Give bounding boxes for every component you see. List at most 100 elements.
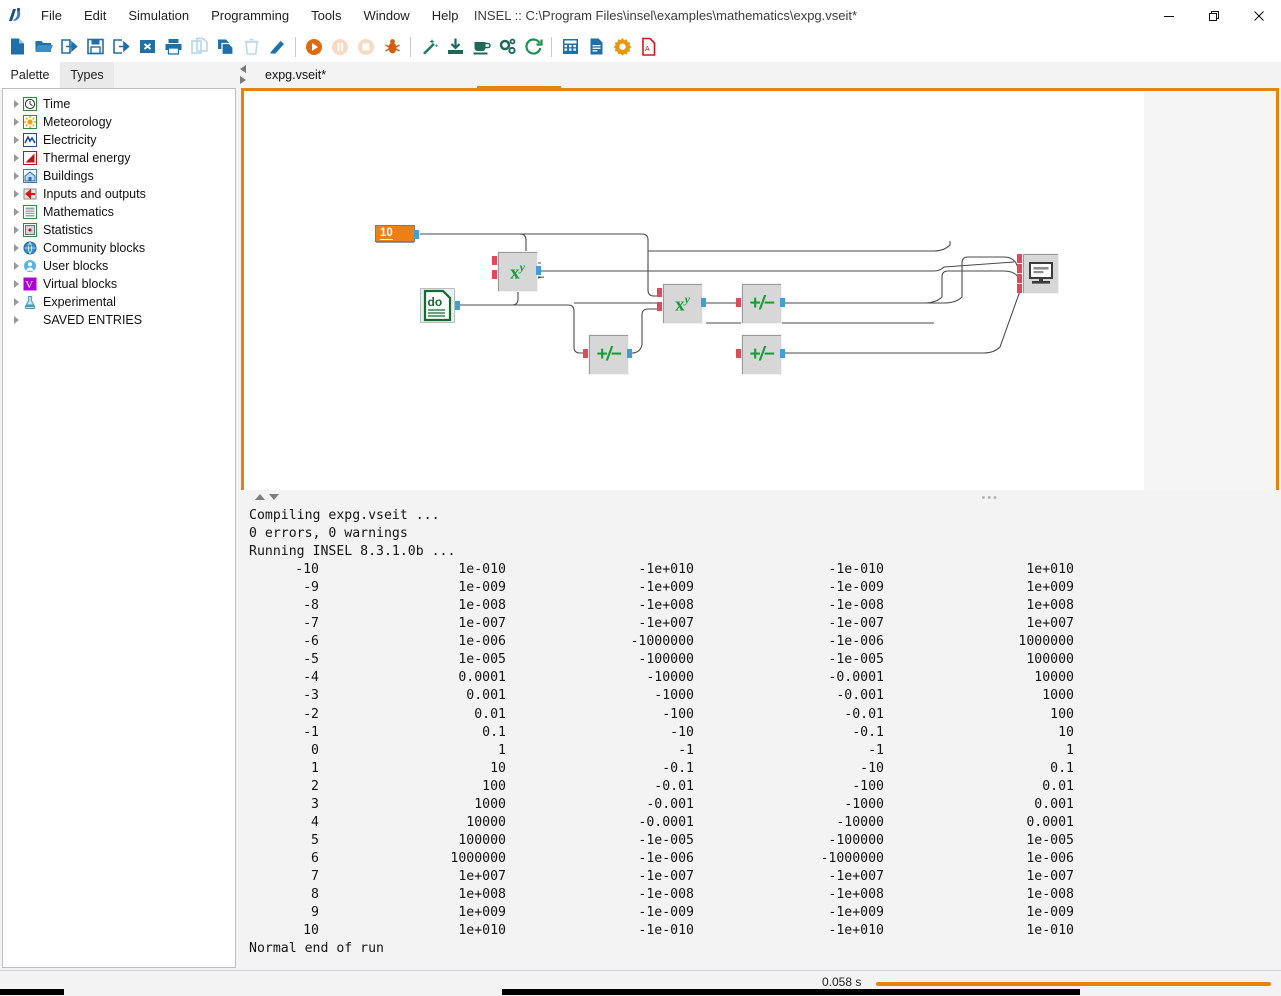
menu-item-programming[interactable]: Programming [200,0,300,31]
tab-palette[interactable]: Palette [0,62,60,88]
tree-item-community-blocks[interactable]: Community blocks [3,239,235,257]
output-pin[interactable] [455,301,460,310]
input-pin[interactable] [583,349,588,358]
input-pin-1[interactable] [492,256,497,265]
pdf-icon[interactable]: A [635,33,661,60]
menu-item-edit[interactable]: Edit [73,0,117,31]
eraser-icon[interactable] [264,33,290,60]
tree-item-buildings[interactable]: Buildings [3,167,235,185]
tree-item-virtual-blocks[interactable]: V Virtual blocks [3,275,235,293]
input-pin-2[interactable] [657,302,662,311]
input-pin-2[interactable] [492,270,497,279]
tree-item-time[interactable]: Time [3,95,235,113]
chevron-right-icon[interactable] [9,100,23,108]
save-icon[interactable] [82,33,108,60]
block-power-1[interactable]: xy x^y [492,251,541,292]
menu-bar[interactable]: File Edit Simulation Programming Tools W… [30,0,469,31]
chevron-right-icon[interactable] [9,136,23,144]
chevron-right-icon[interactable] [9,298,23,306]
chevron-right-icon[interactable] [9,226,23,234]
settings-sun-icon[interactable] [609,33,635,60]
run-icon[interactable] [301,33,327,60]
input-pin-4[interactable] [1017,284,1022,293]
export-icon[interactable] [108,33,134,60]
document-tab-strip[interactable]: expg.vseit* [237,62,1281,89]
output-pin[interactable] [780,349,785,358]
tab-types[interactable]: Types [60,62,114,88]
chevron-right-icon[interactable] [9,190,23,198]
menu-item-file[interactable]: File [30,0,73,31]
magic-wand-icon[interactable] [416,33,442,60]
gears-icon[interactable] [494,33,520,60]
chevron-right-icon[interactable] [9,154,23,162]
chevron-right-icon[interactable] [9,208,23,216]
input-pin-2[interactable] [1017,264,1022,273]
document-tab-expg[interactable]: expg.vseit* [251,62,341,88]
tree-item-experimental[interactable]: Experimental [3,293,235,311]
tree-item-statistics[interactable]: Statistics [3,221,235,239]
output-pin[interactable] [780,298,785,307]
minimize-button[interactable] [1146,0,1191,31]
block-plusminus-2[interactable]: +/− +/- [736,283,785,324]
schematic-editor-canvas[interactable]: 10 do do xy [241,88,1279,496]
maximize-restore-button[interactable] [1191,0,1236,31]
tree-item-meteorology[interactable]: Meteorology [3,113,235,131]
new-file-icon[interactable] [4,33,30,60]
window-controls[interactable] [1146,0,1281,31]
input-pin-1[interactable] [657,288,662,297]
input-pin-3[interactable] [1017,274,1022,283]
open-folder-icon[interactable] [30,33,56,60]
block-screen-output[interactable]: screen [1017,253,1059,294]
debug-bug-icon[interactable] [379,33,405,60]
block-plusminus-1[interactable]: +/− +/- [583,334,632,375]
block-constant-10[interactable]: 10 [375,225,419,242]
refresh-icon[interactable] [520,33,546,60]
block-plusminus-3[interactable]: +/− +/- [736,334,785,375]
calculator-icon[interactable] [557,33,583,60]
menu-item-simulation[interactable]: Simulation [117,0,200,31]
collapse-up-icon[interactable] [255,494,265,500]
tree-item-mathematics[interactable]: Mathematics [3,203,235,221]
output-pin[interactable] [536,266,541,275]
close-document-icon[interactable] [134,33,160,60]
coffee-cup-icon[interactable] [468,33,494,60]
tree-item-user-blocks[interactable]: User blocks [3,257,235,275]
menu-item-help[interactable]: Help [421,0,470,31]
output-pin[interactable] [414,230,419,239]
collapse-down-icon[interactable] [269,494,279,500]
paste-icon[interactable] [212,33,238,60]
palette-tab-row[interactable]: Palette Types [0,62,237,88]
main-toolbar[interactable]: A [0,31,1281,62]
tab-nav-arrows[interactable] [237,62,251,88]
menu-item-tools[interactable]: Tools [300,0,352,31]
nav-left-icon[interactable] [240,65,246,73]
panel-splitter[interactable]: ••• [241,490,1279,504]
tree-item-inputs-and-outputs[interactable]: Inputs and outputs [3,185,235,203]
splitter-grip[interactable]: ••• [981,493,999,504]
print-icon[interactable] [160,33,186,60]
tree-item-thermal-energy[interactable]: Thermal energy [3,149,235,167]
tree-item-saved-entries[interactable]: SAVED ENTRIES [3,311,235,329]
chevron-right-icon[interactable] [9,172,23,180]
palette-tree[interactable]: Time Meteorology Electricity Thermal ene… [2,88,236,968]
close-button[interactable] [1236,0,1281,31]
chevron-right-icon[interactable] [9,244,23,252]
block-do-loop[interactable]: do do [420,288,460,323]
input-pin-1[interactable] [1017,254,1022,263]
input-pin[interactable] [736,298,741,307]
output-pin[interactable] [627,349,632,358]
output-pin[interactable] [701,298,706,307]
menu-item-window[interactable]: Window [352,0,420,31]
console-output-panel[interactable]: Compiling expg.vseit ... 0 errors, 0 warn… [241,504,1279,971]
block-power-2[interactable]: xy x^y [657,283,706,324]
chevron-right-icon[interactable] [9,280,23,288]
chevron-right-icon[interactable] [9,262,23,270]
download-icon[interactable] [442,33,468,60]
import-icon[interactable] [56,33,82,60]
input-pin[interactable] [736,349,741,358]
tree-item-electricity[interactable]: Electricity [3,131,235,149]
chevron-right-icon[interactable] [9,316,23,324]
nav-right-icon[interactable] [240,76,246,84]
report-document-icon[interactable] [583,33,609,60]
diagram-surface[interactable]: 10 do do xy [244,91,1144,493]
